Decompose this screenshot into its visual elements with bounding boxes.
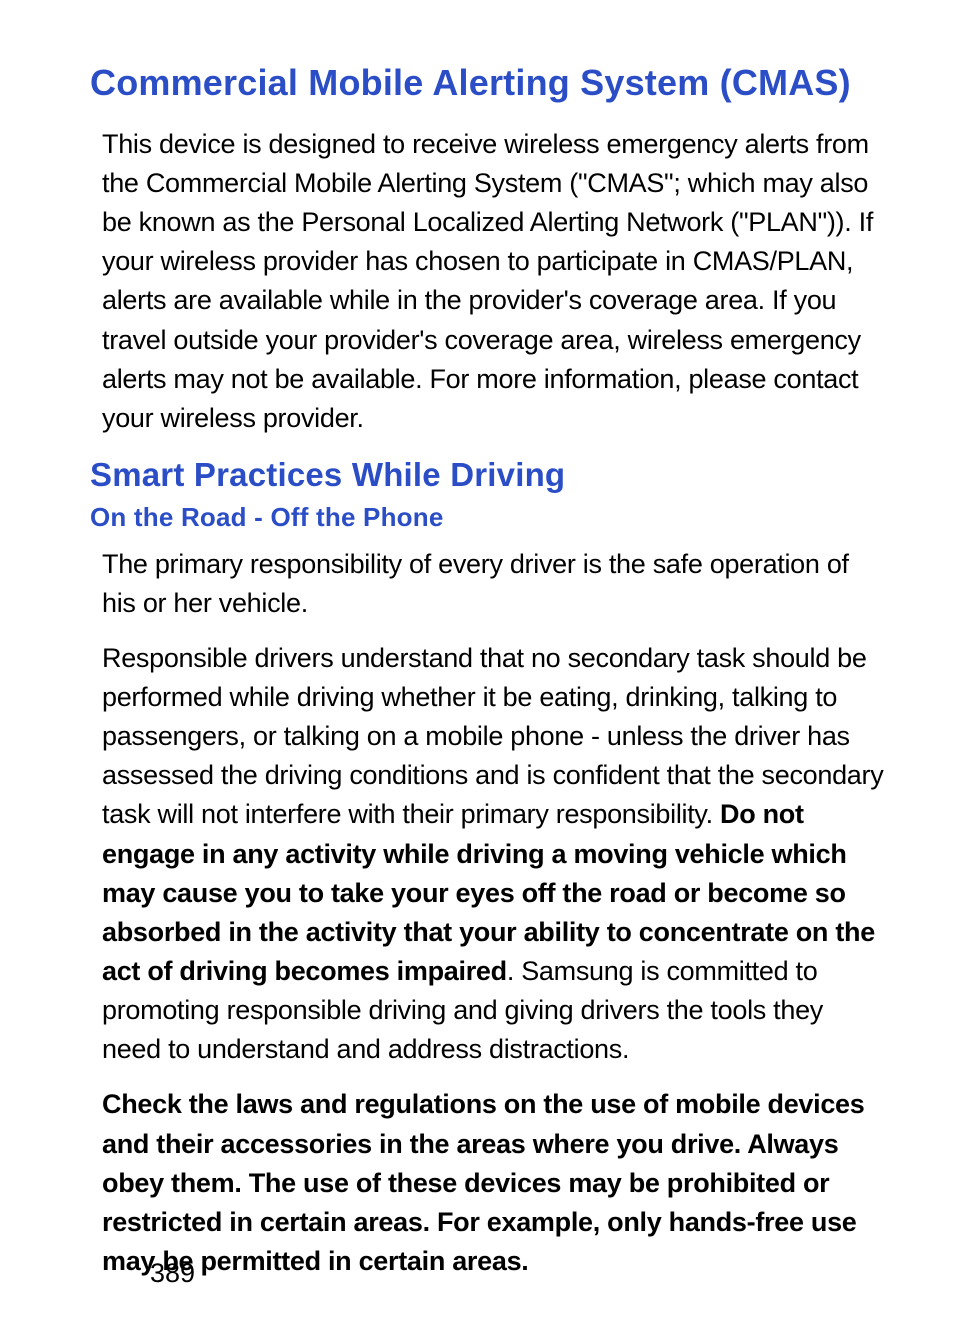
body-paragraph: This device is designed to receive wirel… xyxy=(90,125,884,438)
body-paragraph: Responsible drivers understand that no s… xyxy=(90,639,884,1070)
body-paragraph-bold: Check the laws and regulations on the us… xyxy=(90,1085,884,1281)
subsection-heading: On the Road - Off the Phone xyxy=(90,501,884,535)
section-heading-cmas: Commercial Mobile Alerting System (CMAS) xyxy=(90,60,884,107)
body-paragraph: The primary responsibility of every driv… xyxy=(90,545,884,623)
section-heading-driving: Smart Practices While Driving xyxy=(90,454,884,497)
page-number: 389 xyxy=(150,1258,195,1289)
document-page: Commercial Mobile Alerting System (CMAS)… xyxy=(0,0,954,1337)
